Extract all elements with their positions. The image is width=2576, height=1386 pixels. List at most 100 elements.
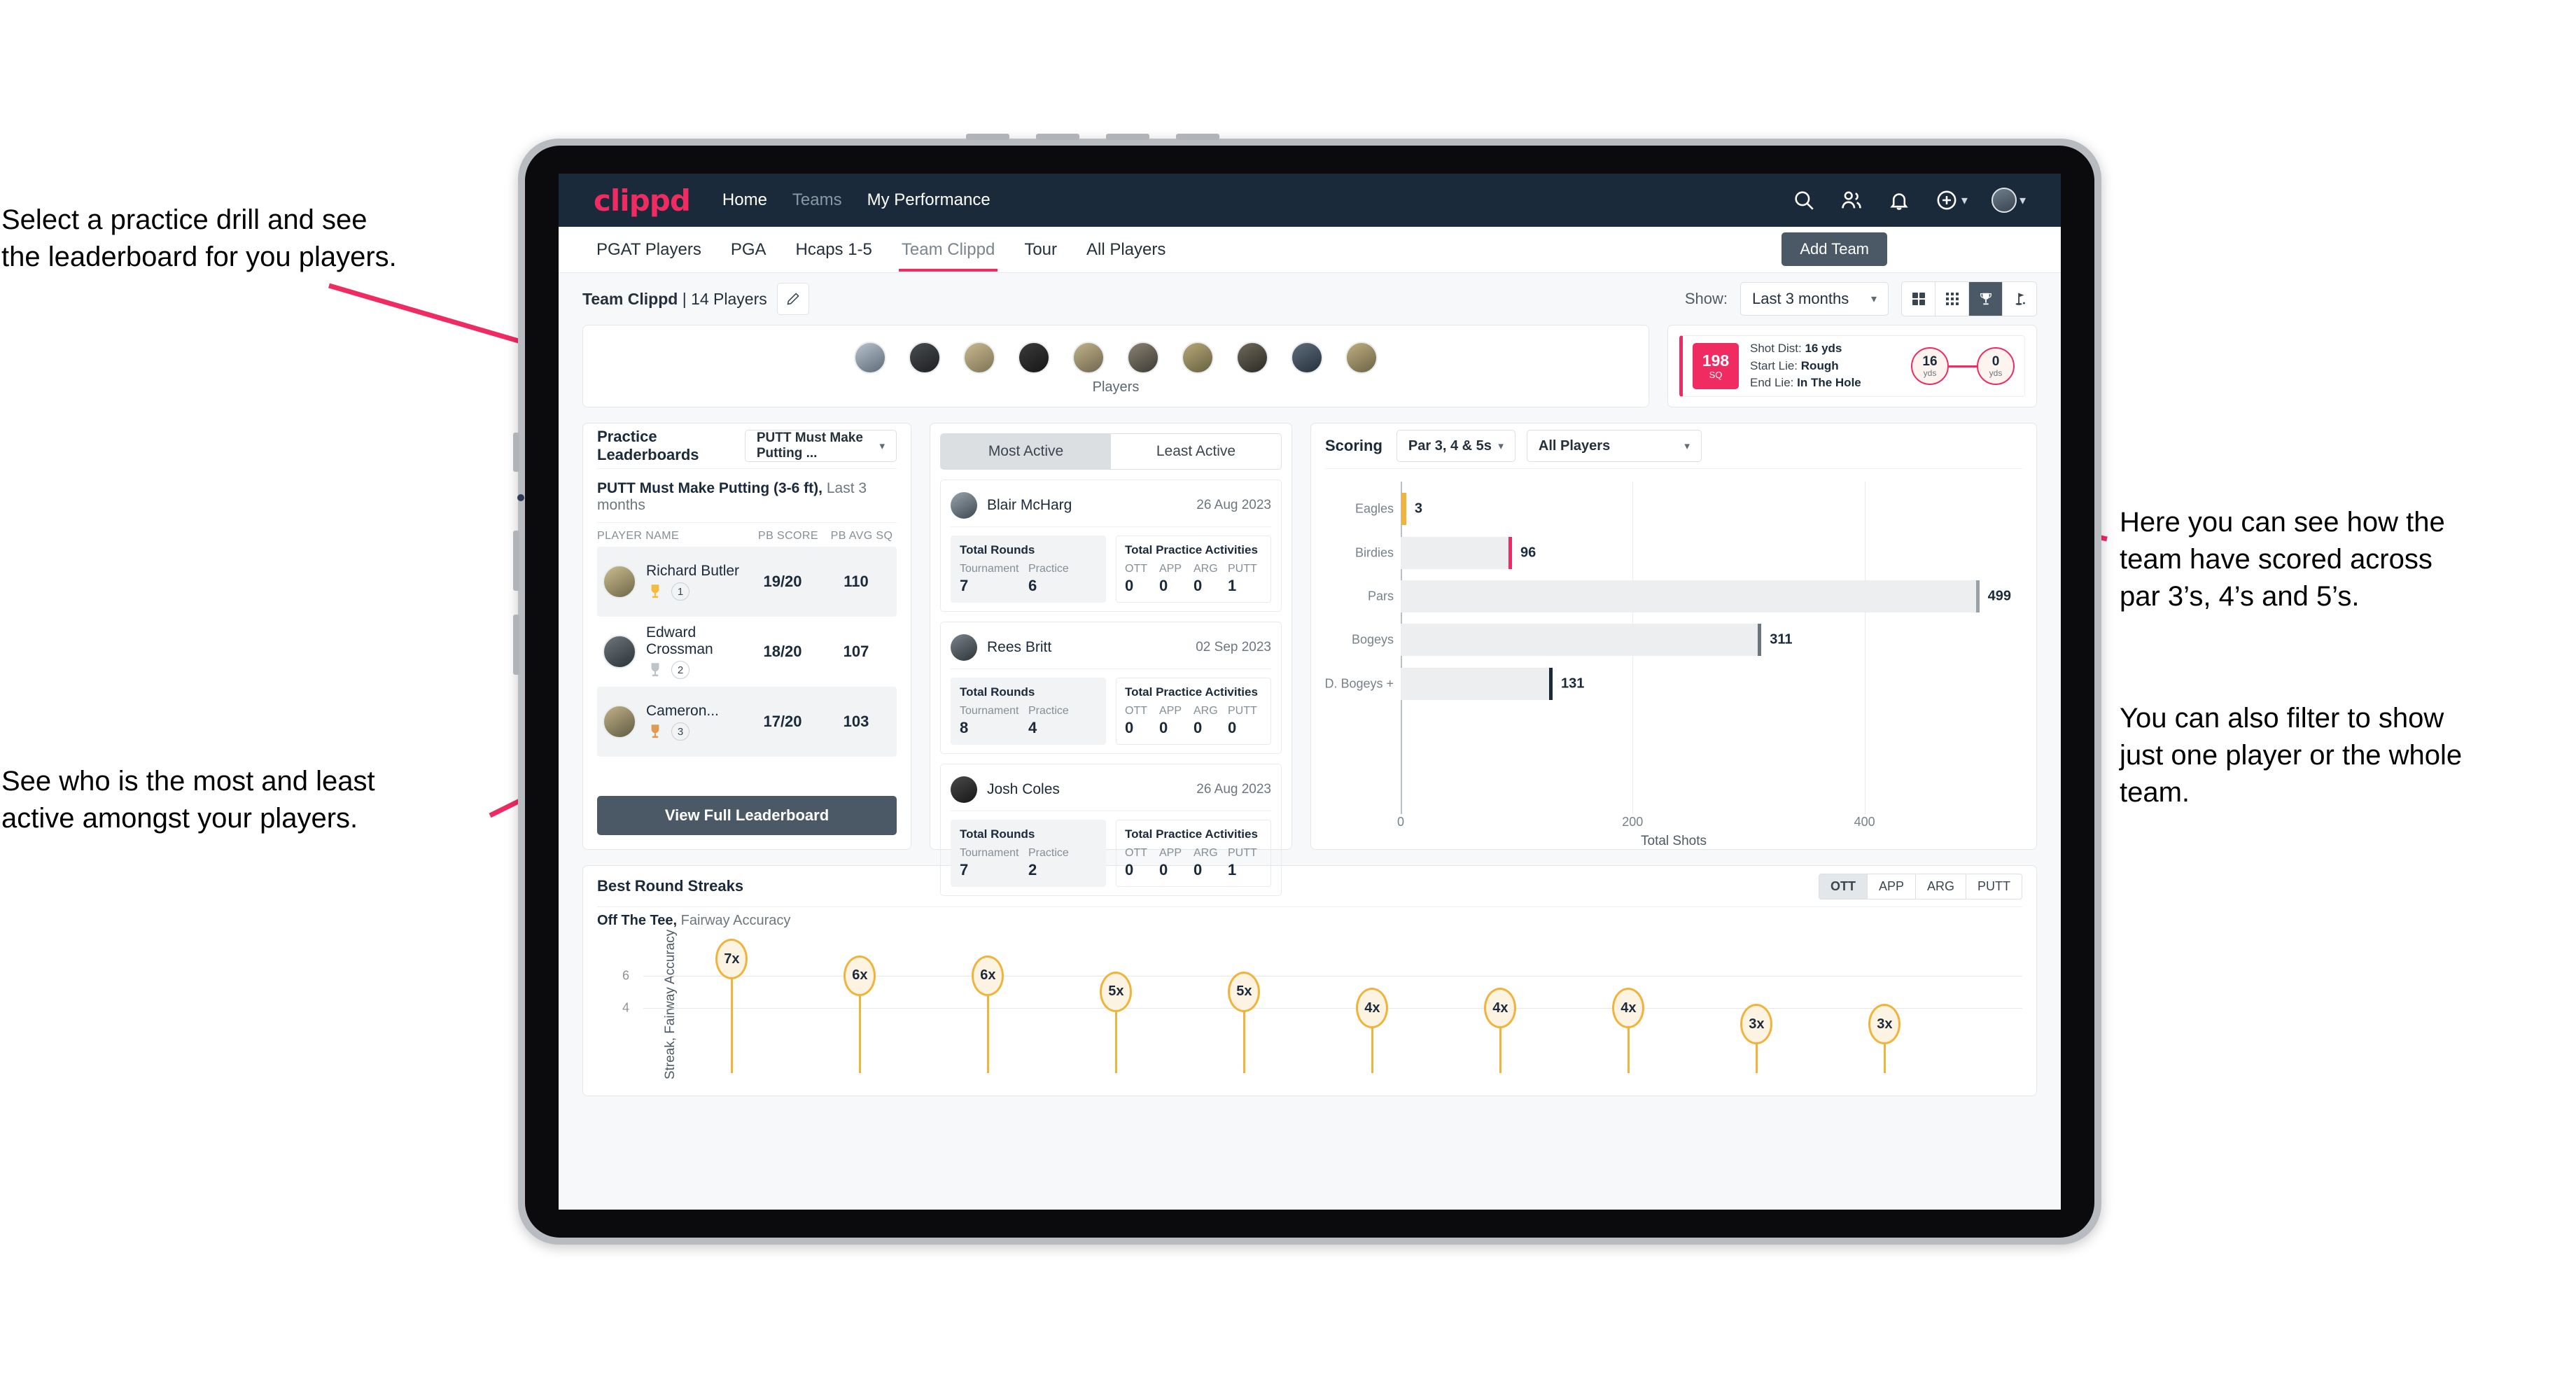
rounds-value-tournament: 8 (960, 719, 969, 736)
segment-app[interactable]: APP (1868, 874, 1916, 899)
leaderboard-row[interactable]: Cameron... 3 17/20 103 (597, 687, 897, 757)
rounds-key-tournament: Tournament (960, 847, 1019, 859)
tab-pgat-players[interactable]: PGAT Players (594, 229, 704, 271)
add-team-button[interactable]: Add Team (1782, 232, 1887, 266)
avatar[interactable] (1991, 188, 2017, 213)
par-filter-select[interactable]: Par 3, 4 & 5s ▾ (1396, 430, 1516, 462)
view-grid-small-button[interactable] (1935, 282, 1969, 316)
total-practice-values: OTT 0 APP 0 ARG 0 PUTT 0 (1125, 705, 1262, 737)
x-tick-0: 0 (1396, 815, 1405, 829)
grid-small-icon (1945, 293, 1959, 305)
view-flag-button[interactable] (2003, 282, 2036, 316)
segment-arg[interactable]: ARG (1916, 874, 1966, 899)
segment-ott[interactable]: OTT (1819, 874, 1868, 899)
avatar[interactable] (1345, 341, 1378, 374)
streaks-metric: Fairway Accuracy (677, 913, 791, 928)
divider (951, 526, 1271, 527)
chevron-down-icon: ▾ (1498, 440, 1504, 452)
chevron-down-icon: ▾ (1870, 293, 1877, 305)
bar-value-birdies: 96 (1520, 545, 1536, 561)
streak-bubble[interactable]: 4x (1356, 988, 1389, 1028)
view-trophy-button[interactable] (1969, 282, 2003, 316)
streak-bubble[interactable]: 3x (1740, 1004, 1773, 1045)
total-rounds-title: Total Rounds (960, 685, 1035, 699)
people-icon[interactable] (1840, 188, 1863, 212)
streak-bubble[interactable]: 5x (1228, 971, 1261, 1012)
rank-badge: 1 (671, 582, 690, 601)
end-lie-value: In The Hole (1797, 376, 1861, 390)
bar-label-double-bogeys: D. Bogeys + (1324, 676, 1394, 691)
streak-bubble[interactable]: 4x (1484, 988, 1517, 1028)
streak-bubble[interactable]: 5x (1100, 971, 1133, 1012)
bar-cap (1549, 667, 1553, 700)
tab-least-active[interactable]: Least Active (1111, 434, 1281, 469)
nav-link-teams[interactable]: Teams (792, 190, 842, 210)
avatar[interactable] (1127, 341, 1159, 374)
edit-team-button[interactable] (776, 283, 809, 315)
date-range-select[interactable]: Last 3 months ▾ (1740, 282, 1889, 316)
avatar[interactable] (854, 341, 886, 374)
streak-bubble[interactable]: 3x (1868, 1004, 1901, 1045)
activity-player-header: Blair McHarg 26 Aug 2023 (951, 489, 1271, 522)
tab-tour[interactable]: Tour (1021, 229, 1060, 271)
view-full-leaderboard-button[interactable]: View Full Leaderboard (597, 796, 897, 835)
bell-icon[interactable] (1887, 188, 1911, 212)
tab-hcaps-1-5[interactable]: Hcaps 1-5 (793, 229, 875, 271)
total-practice-values: OTT 0 APP 0 ARG 0 PUTT 1 (1125, 563, 1262, 595)
streak-bubble[interactable]: 4x (1612, 988, 1645, 1028)
plus-circle-icon[interactable] (1935, 188, 1959, 212)
device-button-side-3 (513, 615, 519, 675)
avatar[interactable] (1236, 341, 1268, 374)
activity-player-card[interactable]: Rees Britt 02 Sep 2023 Total Rounds Tour… (940, 622, 1282, 754)
tab-most-active[interactable]: Most Active (941, 434, 1111, 469)
activity-player-card[interactable]: Josh Coles 26 Aug 2023 Total Rounds Tour… (940, 764, 1282, 896)
leaderboard-row[interactable]: Richard Butler 1 19/20 110 (597, 547, 897, 617)
avatar[interactable] (1182, 341, 1214, 374)
streak-bubble[interactable]: 7x (715, 939, 748, 980)
content-toolbar: Team Clippd | 14 Players Show: Last 3 mo… (582, 273, 2037, 325)
bar-row-double-bogeys: D. Bogeys + 131 (1324, 667, 2015, 700)
chevron-down-icon: ▾ (879, 440, 885, 452)
avatar[interactable] (963, 341, 995, 374)
player-filter-select[interactable]: All Players ▾ (1526, 430, 1702, 462)
tab-pga[interactable]: PGA (728, 229, 769, 271)
start-distance-value: 16 (1922, 354, 1938, 369)
streak-bubble[interactable]: 6x (844, 955, 876, 996)
bar-label-bogeys: Bogeys (1351, 632, 1394, 647)
shot-quality-value: 198 SQ (1702, 351, 1730, 380)
total-practice-title: Total Practice Activities (1125, 685, 1258, 699)
streak-bubble[interactable]: 6x (972, 955, 1004, 996)
player-name: Josh Coles (987, 781, 1060, 797)
avatar[interactable] (909, 341, 941, 374)
activity-date: 26 Aug 2023 (1196, 782, 1271, 797)
pb-avg-sq-value: 103 (843, 713, 869, 730)
search-icon[interactable] (1792, 188, 1816, 212)
rank-line: 2 (646, 661, 744, 679)
view-grid-large-button[interactable] (1902, 282, 1935, 316)
activity-player-card[interactable]: Blair McHarg 26 Aug 2023 Total Rounds To… (940, 479, 1282, 612)
grid-large-icon (1912, 293, 1925, 305)
bar-pars: 499 (1401, 580, 2011, 612)
nav-link-my-performance[interactable]: My Performance (867, 190, 990, 210)
avatar (603, 705, 636, 738)
avatar[interactable] (1018, 341, 1050, 374)
avatar[interactable] (1072, 341, 1105, 374)
divider (1325, 468, 2022, 469)
drill-select[interactable]: PUTT Must Make Putting ... ▾ (744, 430, 897, 462)
tab-all-players[interactable]: All Players (1084, 229, 1168, 271)
clippd-logo[interactable]: clippd (594, 183, 691, 218)
account-menu[interactable]: ▾ (1991, 188, 2026, 213)
device-button-side-1 (513, 433, 519, 472)
avatar[interactable] (1291, 341, 1323, 374)
bar-row-bogeys: Bogeys 311 (1352, 624, 2015, 657)
tab-team-clippd[interactable]: Team Clippd (898, 229, 998, 272)
nav-link-home[interactable]: Home (722, 190, 767, 210)
practice-key-ott: OTT (1125, 705, 1147, 717)
leaderboard-row[interactable]: Edward Crossman 2 18/20 107 (597, 617, 897, 687)
segment-putt[interactable]: PUTT (1966, 874, 2022, 899)
leaderboard-columns: PLAYER NAME PB SCORE PB AVG SQ (597, 523, 897, 547)
annotation-scoring: Here you can see how the team have score… (2120, 507, 2445, 612)
total-practice-box: Total Practice Activities OTT 0 APP 0 AR… (1116, 820, 1271, 887)
add-menu[interactable]: ▾ (1935, 188, 1968, 212)
camera-lens (517, 494, 524, 501)
